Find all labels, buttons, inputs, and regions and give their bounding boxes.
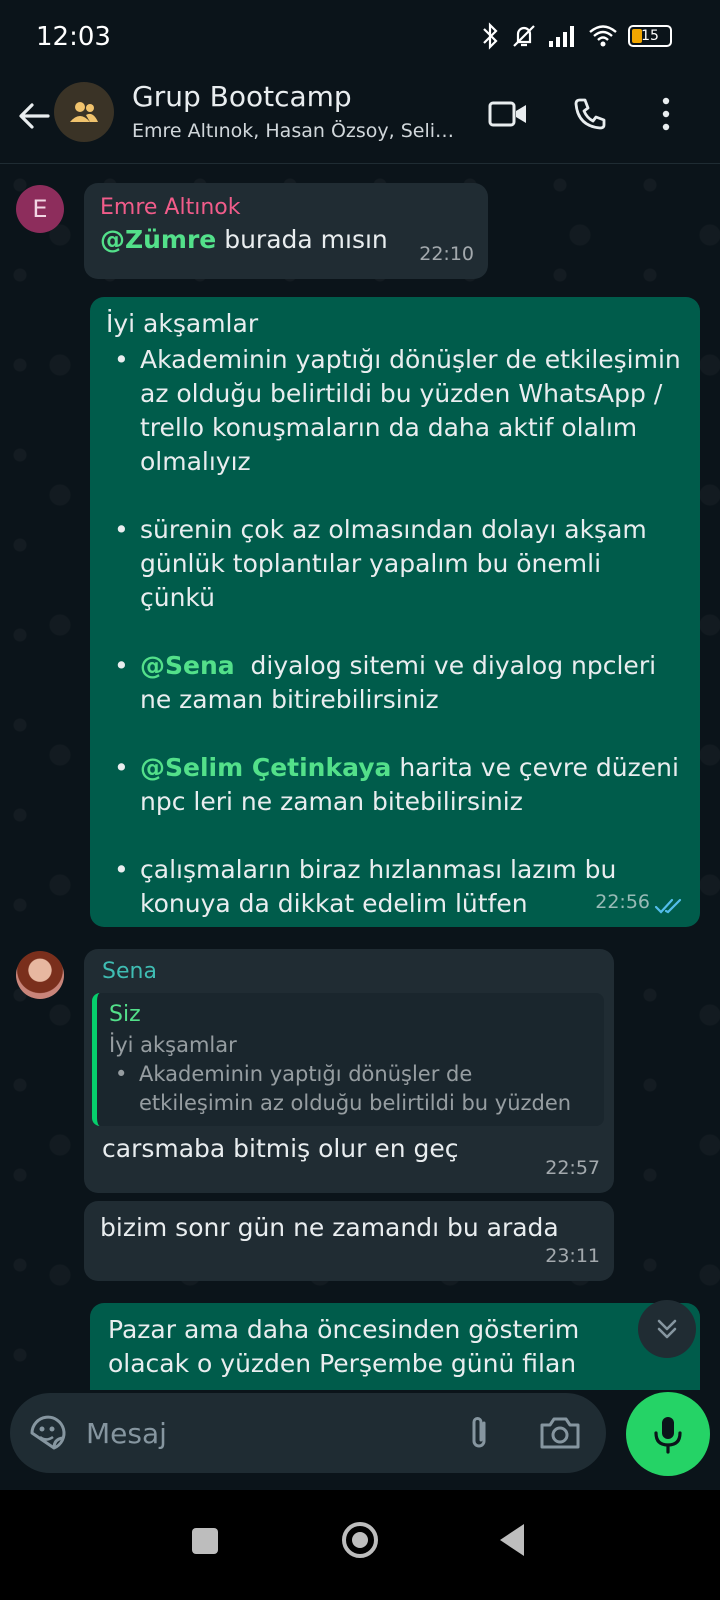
back-arrow-icon[interactable] — [14, 96, 54, 136]
quote-text: İyi akşamlar — [109, 1033, 237, 1057]
battery-icon: 15 — [628, 25, 672, 47]
message-list[interactable]: E Emre Altınok @Zümre burada mısın 22:10… — [0, 165, 720, 1390]
wifi-icon — [589, 25, 617, 47]
home-icon[interactable] — [342, 1522, 378, 1558]
message-time: 22:57 — [545, 1157, 600, 1179]
list-item: @Sena diyalog sitemi ve diyalog npcleri … — [106, 649, 682, 717]
list-item: Akademinin yaptığı dönüşler de etkileşim… — [106, 343, 682, 479]
quote-text: etkileşimin az olduğu belirtildi bu yüzd… — [139, 1091, 572, 1115]
group-icon — [70, 102, 98, 122]
more-vertical-icon — [662, 97, 670, 131]
double-check-icon — [654, 898, 682, 914]
bullet-text: çalışmaların biraz hızlanması lazım bu k… — [140, 855, 617, 918]
list-item: @Selim Çetinkaya harita ve çevre düzeni … — [106, 751, 682, 819]
message-text: @Zümre burada mısın — [100, 223, 472, 257]
chat-participants[interactable]: Emre Altınok, Hasan Özsoy, Seli… — [132, 120, 472, 142]
voice-message-button[interactable] — [626, 1392, 710, 1476]
message-bubble[interactable]: Pazar ama daha öncesinden gösterim olaca… — [90, 1303, 700, 1390]
status-time: 12:03 — [36, 22, 111, 52]
message-body: burada mısın — [216, 225, 388, 254]
bullet-list: Akademinin yaptığı dönüşler de etkileşim… — [106, 343, 682, 921]
group-avatar[interactable] — [54, 82, 114, 142]
message-text: Pazar ama daha öncesinden gösterim olaca… — [108, 1315, 580, 1378]
message-text: carsmaba bitmiş olur en geç — [102, 1134, 459, 1163]
bullet-text: Akademinin yaptığı dönüşler de etkileşim… — [140, 345, 681, 476]
status-icons: 15 — [480, 22, 672, 50]
sender-name[interactable]: Emre Altınok — [100, 193, 472, 223]
list-item: sürenin çok az olmasından dolayı akşam g… — [106, 513, 682, 615]
quote-author: Siz — [109, 1002, 141, 1027]
avatar[interactable] — [16, 951, 64, 999]
bluetooth-icon — [483, 22, 498, 50]
message-input[interactable] — [86, 1393, 446, 1473]
mention[interactable]: @Zümre — [100, 225, 216, 254]
mention[interactable]: @Sena — [140, 651, 235, 680]
camera-icon — [540, 1417, 580, 1449]
message-bubble[interactable]: Sena Siz İyi akşamlar Akademinin yaptığı… — [84, 949, 614, 1193]
avatar[interactable]: E — [16, 185, 64, 233]
signal-icon — [549, 26, 574, 47]
message-time: 22:56 — [595, 891, 650, 913]
sender-name[interactable]: Sena — [92, 957, 604, 987]
double-chevron-down-icon — [657, 1319, 677, 1339]
microphone-icon — [654, 1417, 682, 1454]
chat-title[interactable]: Grup Bootcamp — [132, 80, 352, 113]
video-call-button[interactable] — [484, 90, 532, 138]
video-camera-icon — [488, 101, 526, 127]
message-time: 22:10 — [419, 243, 474, 265]
message-bubble[interactable]: İyi akşamlar Akademinin yaptığı dönüşler… — [90, 297, 700, 927]
message-intro: İyi akşamlar — [106, 309, 259, 338]
attach-button[interactable] — [460, 1413, 500, 1453]
sticker-icon — [30, 1415, 66, 1450]
nav-back-icon[interactable] — [500, 1524, 524, 1556]
phone-icon — [574, 98, 606, 130]
sticker-button[interactable] — [28, 1413, 68, 1453]
bullet-text: sürenin çok az olmasından dolayı akşam g… — [140, 515, 647, 612]
system-nav-bar — [0, 1490, 720, 1600]
chat-header: Grup Bootcamp Emre Altınok, Hasan Özsoy,… — [0, 80, 720, 164]
scroll-to-bottom-button[interactable] — [638, 1300, 696, 1358]
mention[interactable]: @Selim Çetinkaya — [140, 753, 391, 782]
quoted-message[interactable]: Siz İyi akşamlar Akademinin yaptığı dönü… — [92, 993, 604, 1126]
message-text: bizim sonr gün ne zamandı bu arada — [100, 1213, 559, 1242]
voice-call-button[interactable] — [566, 90, 614, 138]
avatar-letter: E — [32, 195, 48, 223]
quote-text: Akademinin yaptığı dönüşler de — [109, 1060, 592, 1089]
battery-level: 15 — [641, 28, 659, 44]
paperclip-icon — [472, 1417, 486, 1448]
message-bubble[interactable]: bizim sonr gün ne zamandı bu arada 23:11 — [84, 1201, 614, 1281]
recent-apps-icon[interactable] — [192, 1528, 218, 1554]
camera-button[interactable] — [538, 1413, 582, 1453]
status-bar: 12:03 15 — [0, 0, 720, 80]
more-options-button[interactable] — [642, 90, 690, 138]
message-composer — [10, 1393, 606, 1473]
message-bubble[interactable]: Emre Altınok @Zümre burada mısın 22:10 — [84, 183, 488, 279]
mute-bell-icon — [513, 25, 535, 47]
message-time: 23:11 — [545, 1245, 600, 1267]
